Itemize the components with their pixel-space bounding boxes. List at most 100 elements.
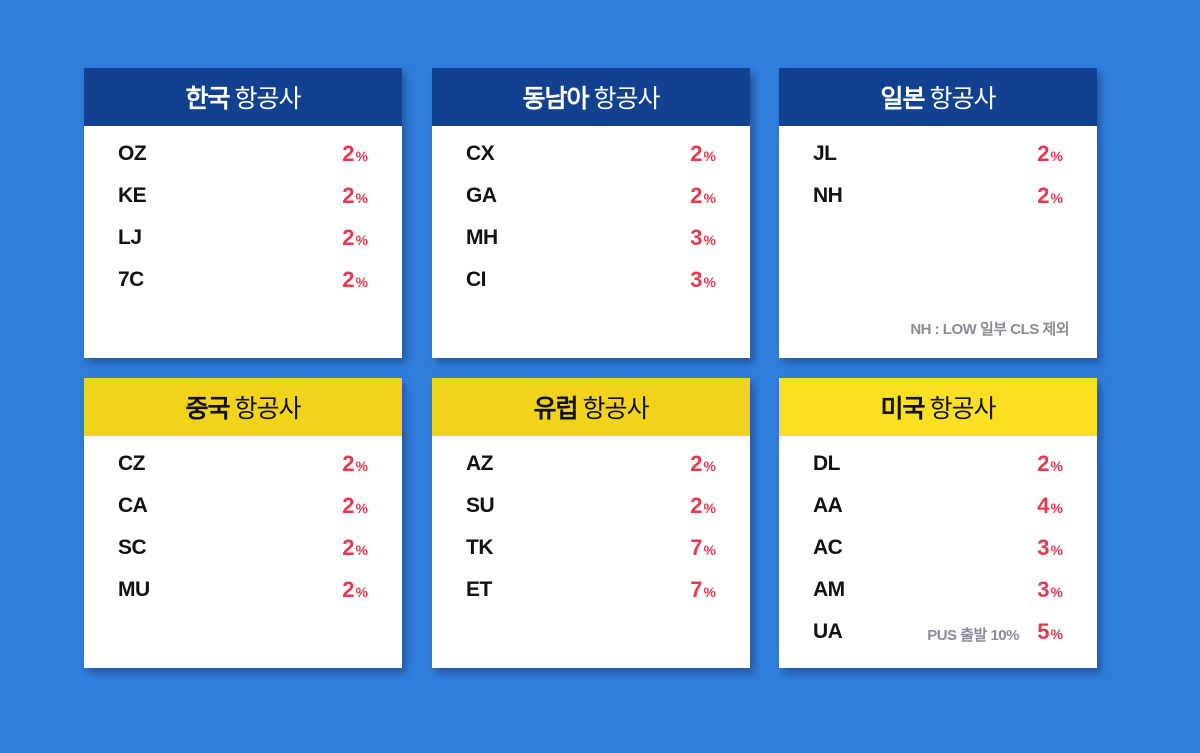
card-header: 미국 항공사	[779, 378, 1097, 436]
exception-note: NH : LOW 일부 CLS 제외	[910, 321, 1069, 338]
card-japan-airlines: 일본 항공사 JL 2% NH 2% NH : LOW 일부 CLS 제외	[779, 68, 1097, 358]
airline-code: CZ	[118, 452, 146, 475]
airline-row: ET 7%	[432, 571, 750, 613]
airline-row: 7C 2%	[84, 261, 402, 303]
rate-value: 3%	[690, 267, 716, 292]
region-suffix: 항공사	[593, 85, 661, 113]
card-china-airlines: 중국 항공사 CZ 2% CA 2% SC 2% MU 2%	[84, 378, 402, 668]
card-korea-airlines: 한국 항공사 OZ 2% KE 2% LJ 2% 7C 2%	[84, 68, 402, 358]
card-header: 한국 항공사	[84, 68, 402, 126]
rate-value: 3%	[1037, 535, 1063, 560]
region-name: 일본	[880, 85, 925, 113]
airline-row: DL 2%	[779, 445, 1097, 487]
rate-value: 2%	[342, 267, 368, 292]
airline-row: NH 2%	[779, 177, 1097, 219]
airline-row: CA 2%	[84, 487, 402, 529]
airline-code: JL	[813, 142, 837, 165]
rate-value: 4%	[1037, 493, 1063, 518]
airline-list: CZ 2% CA 2% SC 2% MU 2%	[84, 436, 402, 613]
region-suffix: 항공사	[582, 395, 650, 423]
airline-code: AM	[813, 578, 845, 601]
airline-code: NH	[813, 184, 843, 207]
card-header: 중국 항공사	[84, 378, 402, 436]
rate-value: 2%	[1037, 141, 1063, 166]
card-southeast-asia-airlines: 동남아 항공사 CX 2% GA 2% MH 3% CI 3%	[432, 68, 750, 358]
airline-code: AA	[813, 494, 843, 517]
airline-code: DL	[813, 452, 841, 475]
region-name: 중국	[185, 395, 230, 423]
airline-code: CI	[466, 268, 487, 291]
rate-value: 2%	[342, 577, 368, 602]
airline-list: OZ 2% KE 2% LJ 2% 7C 2%	[84, 126, 402, 303]
region-suffix: 항공사	[234, 85, 302, 113]
airline-row: AC 3%	[779, 529, 1097, 571]
airline-code: CX	[466, 142, 495, 165]
rate-value: 2%	[690, 141, 716, 166]
rate-value: 3%	[1037, 577, 1063, 602]
airline-row: TK 7%	[432, 529, 750, 571]
airline-list: CX 2% GA 2% MH 3% CI 3%	[432, 126, 750, 303]
rate-value: 2%	[342, 225, 368, 250]
region-suffix: 항공사	[234, 395, 302, 423]
airline-code: GA	[466, 184, 497, 207]
page: { "cards": [ { "region": "한국", "suffix":…	[0, 0, 1200, 753]
airline-row: MH 3%	[432, 219, 750, 261]
airline-list: AZ 2% SU 2% TK 7% ET 7%	[432, 436, 750, 613]
airline-row: KE 2%	[84, 177, 402, 219]
rate-value: 7%	[690, 535, 716, 560]
rate-value: 2%	[690, 451, 716, 476]
region-name: 동남아	[522, 85, 589, 113]
rate-value: 2%	[342, 183, 368, 208]
airline-code: SC	[118, 536, 147, 559]
airline-list: JL 2% NH 2%	[779, 126, 1097, 219]
card-header: 유럽 항공사	[432, 378, 750, 436]
airline-code: UA	[813, 620, 843, 643]
airline-code: MU	[118, 578, 150, 601]
rate-value: 2%	[1037, 183, 1063, 208]
rate-value: 2%	[342, 493, 368, 518]
airline-row: AZ 2%	[432, 445, 750, 487]
airline-code: LJ	[118, 226, 142, 249]
airline-code: AZ	[466, 452, 494, 475]
airline-code: CA	[118, 494, 148, 517]
airline-row: CI 3%	[432, 261, 750, 303]
airline-code: ET	[466, 578, 492, 601]
airline-row: CZ 2%	[84, 445, 402, 487]
airline-code: TK	[466, 536, 494, 559]
airline-code: SU	[466, 494, 495, 517]
airline-row: OZ 2%	[84, 135, 402, 177]
airline-code: OZ	[118, 142, 147, 165]
airline-row: AM 3%	[779, 571, 1097, 613]
airline-code: MH	[466, 226, 498, 249]
airline-row: CX 2%	[432, 135, 750, 177]
airline-code: KE	[118, 184, 147, 207]
rate-value: 3%	[690, 225, 716, 250]
rate-value: 7%	[690, 577, 716, 602]
rate-value: 2%	[690, 183, 716, 208]
rate-value: 2%	[1037, 451, 1063, 476]
card-header: 동남아 항공사	[432, 68, 750, 126]
region-suffix: 항공사	[929, 85, 997, 113]
card-usa-airlines: 미국 항공사 DL 2% AA 4% AC 3% AM 3% UA PUS 출발 …	[779, 378, 1097, 668]
airline-code: AC	[813, 536, 843, 559]
airline-row: SU 2%	[432, 487, 750, 529]
airline-row: GA 2%	[432, 177, 750, 219]
rate-value: 5%	[1037, 619, 1063, 644]
airline-list: DL 2% AA 4% AC 3% AM 3% UA PUS 출발 10% 5%	[779, 436, 1097, 655]
airline-row: JL 2%	[779, 135, 1097, 177]
card-header: 일본 항공사	[779, 68, 1097, 126]
region-name: 유럽	[533, 395, 578, 423]
airline-row: SC 2%	[84, 529, 402, 571]
region-suffix: 항공사	[929, 395, 997, 423]
rate-value: 2%	[342, 141, 368, 166]
departure-note: PUS 출발 10%	[927, 627, 1019, 644]
airline-row: UA PUS 출발 10% 5%	[779, 613, 1097, 655]
airline-code: 7C	[118, 268, 144, 291]
card-europe-airlines: 유럽 항공사 AZ 2% SU 2% TK 7% ET 7%	[432, 378, 750, 668]
airline-row: AA 4%	[779, 487, 1097, 529]
rate-value: 2%	[690, 493, 716, 518]
region-name: 한국	[185, 85, 230, 113]
rate-value: 2%	[342, 451, 368, 476]
region-name: 미국	[880, 395, 925, 423]
airline-row: LJ 2%	[84, 219, 402, 261]
